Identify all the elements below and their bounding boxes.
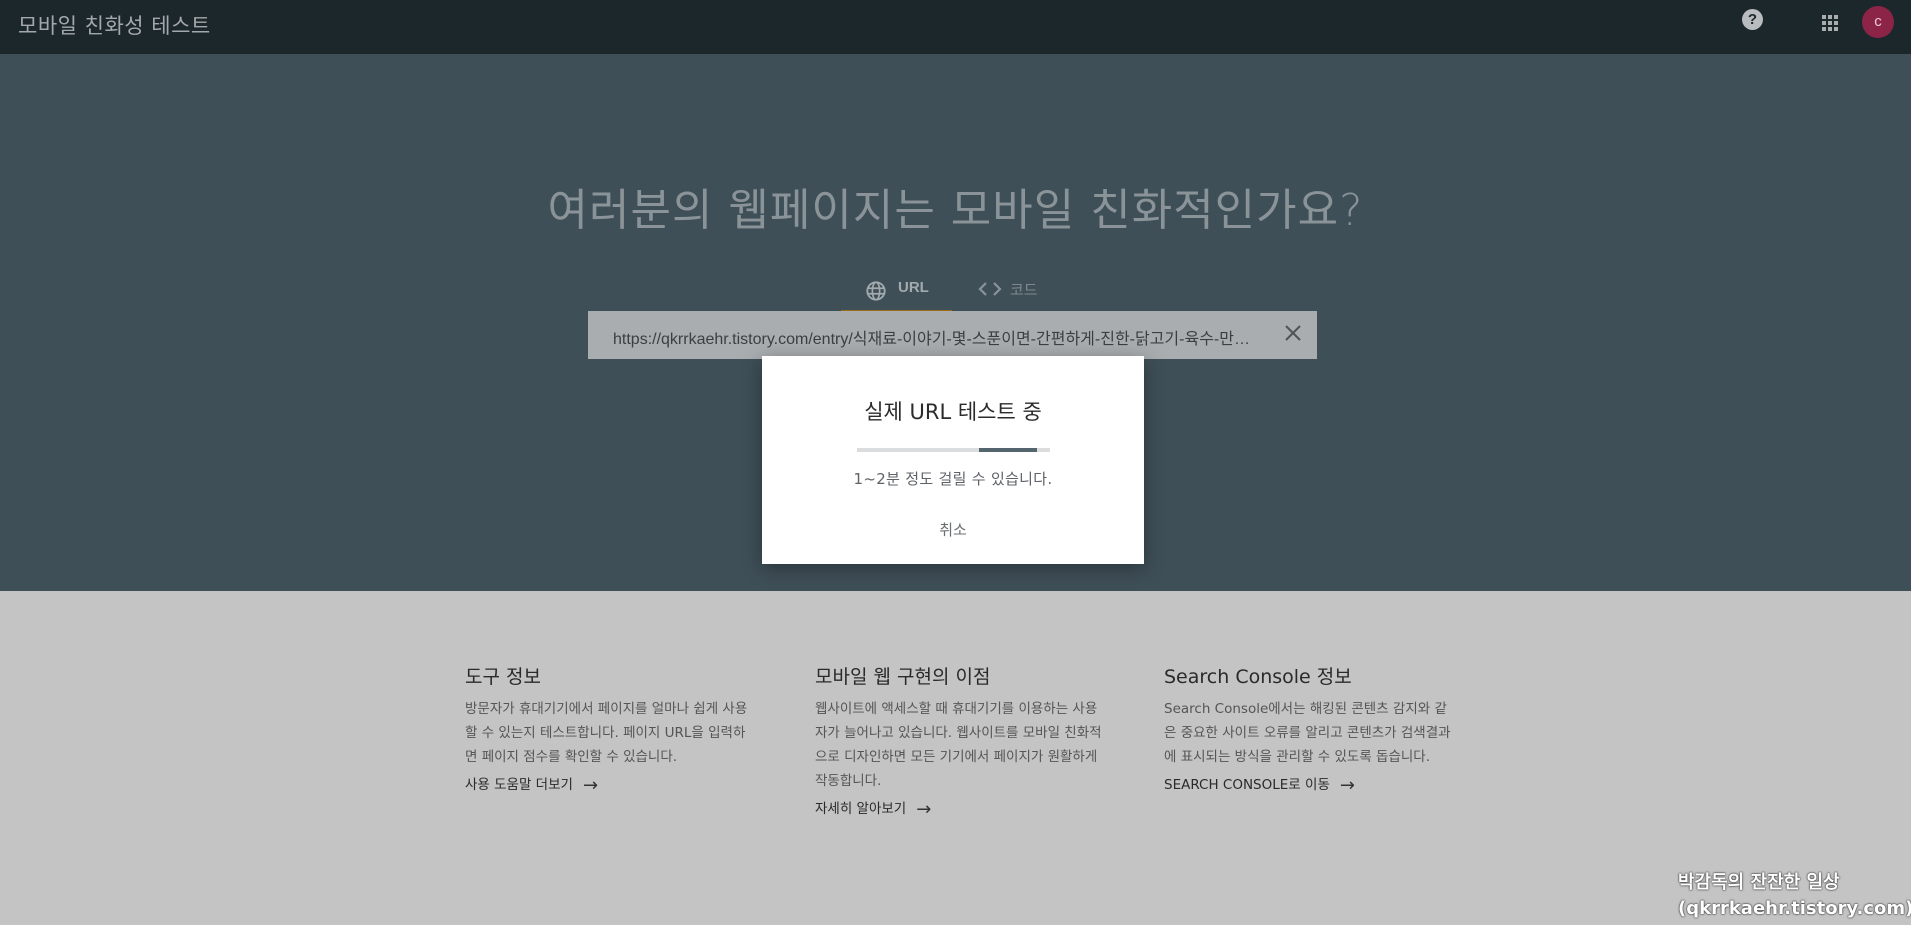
dialog-title: 실제 URL 테스트 중 xyxy=(864,400,1042,424)
help-link[interactable]: 사용 도움말 더보기 → xyxy=(465,773,598,796)
dialog-message: 1~2분 정도 걸릴 수 있습니다. xyxy=(853,470,1053,488)
search-console-link[interactable]: SEARCH CONSOLE로 이동 → xyxy=(1164,773,1355,796)
learn-more-link[interactable]: 자세히 알아보기 → xyxy=(815,797,931,820)
top-app-bar: 모바일 친화성 테스트 ? c xyxy=(0,0,1911,54)
info-body: Search Console에서는 해킹된 콘텐츠 감지와 같은 중요한 사이트… xyxy=(1164,701,1451,765)
close-icon[interactable] xyxy=(1281,321,1305,345)
arrow-right-icon: → xyxy=(582,775,599,796)
link-label: 사용 도움말 더보기 xyxy=(465,777,573,793)
tab-url-label: URL xyxy=(898,279,929,296)
info-title: Search Console 정보 xyxy=(1164,666,1352,688)
page-title: 여러분의 웹페이지는 모바일 친화적인가요? xyxy=(547,185,1364,236)
url-input[interactable]: https://qkrrkaehr.tistory.com/entry/식재료-… xyxy=(588,311,1317,359)
cancel-button[interactable]: 취소 xyxy=(923,517,983,543)
info-search-console: Search Console 정보 Search Console에서는 해킹된 … xyxy=(1164,662,1454,796)
info-tool: 도구 정보 방문자가 휴대기기에서 페이지를 얼마나 쉽게 사용할 수 있는지 … xyxy=(465,662,755,796)
tab-url[interactable]: URL xyxy=(841,274,952,313)
progress-fill xyxy=(979,448,1037,452)
avatar[interactable]: c xyxy=(1862,6,1894,38)
watermark-line: 박감독의 잔잔한 일상 xyxy=(1678,872,1840,893)
url-input-value[interactable]: https://qkrrkaehr.tistory.com/entry/식재료-… xyxy=(613,325,1263,349)
info-title: 도구 정보 xyxy=(465,666,541,688)
app-title[interactable]: 모바일 친화성 테스트 xyxy=(18,10,211,40)
info-body: 웹사이트에 액세스할 때 휴대기기를 이용하는 사용자가 늘어나고 있습니다. … xyxy=(815,701,1102,789)
info-body: 방문자가 휴대기기에서 페이지를 얼마나 쉽게 사용할 수 있는지 테스트합니다… xyxy=(465,701,748,765)
info-title: 모바일 웹 구현의 이점 xyxy=(815,666,991,688)
link-label: SEARCH CONSOLE로 이동 xyxy=(1164,777,1330,793)
testing-dialog: 실제 URL 테스트 중 1~2분 정도 걸릴 수 있습니다. 취소 xyxy=(762,356,1144,564)
apps-grid-icon[interactable] xyxy=(1822,15,1838,31)
code-icon xyxy=(978,278,1002,305)
info-benefits: 모바일 웹 구현의 이점 웹사이트에 액세스할 때 휴대기기를 이용하는 사용자… xyxy=(815,662,1105,820)
globe-icon xyxy=(865,280,887,306)
watermark: 박감독의 잔잔한 일상 (qkrrkaehr.tistory.com) xyxy=(1678,870,1911,922)
progress-bar xyxy=(857,448,1050,452)
help-icon[interactable]: ? xyxy=(1742,9,1763,30)
arrow-right-icon: → xyxy=(1339,775,1355,796)
tab-code[interactable]: 코드 xyxy=(978,274,1058,310)
watermark-line: (qkrrkaehr.tistory.com) xyxy=(1678,898,1911,919)
arrow-right-icon: → xyxy=(916,799,932,820)
tab-code-label: 코드 xyxy=(1010,282,1038,299)
link-label: 자세히 알아보기 xyxy=(815,801,907,817)
